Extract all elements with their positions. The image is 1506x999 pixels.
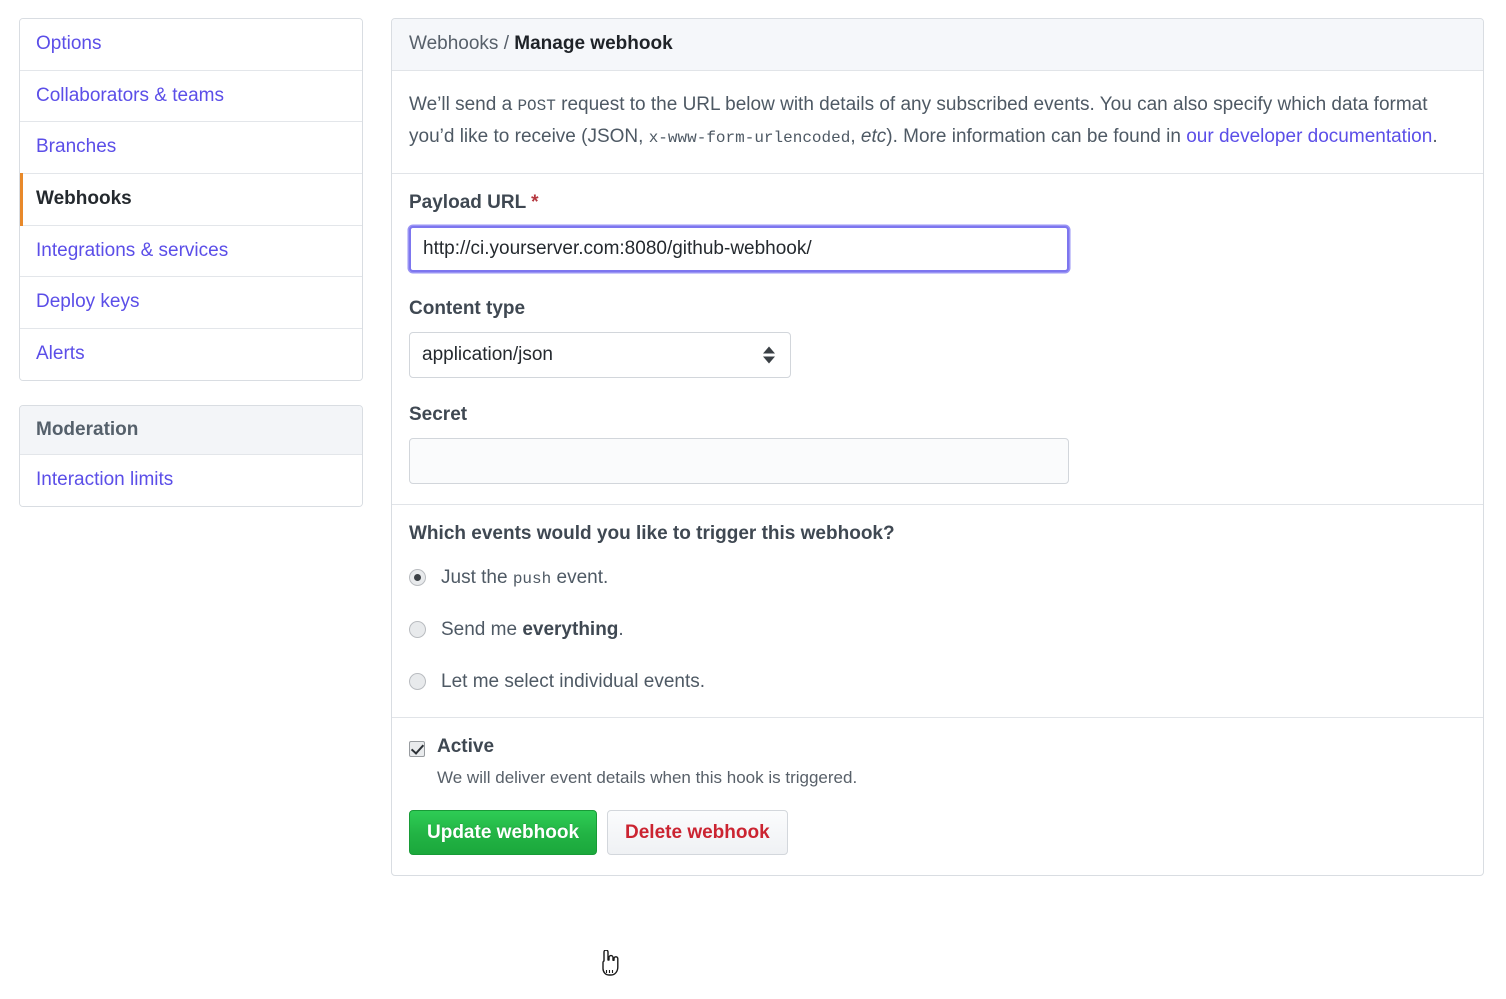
radio-everything-suffix: .: [618, 618, 624, 640]
radio-label-individual: Let me select individual events.: [441, 670, 706, 692]
payload-url-field-block: Payload URL *: [409, 192, 1466, 272]
radio-label-everything: Send me everything.: [441, 619, 624, 641]
sidebar-item-integrations-services[interactable]: Integrations & services: [20, 225, 362, 278]
breadcrumb-parent[interactable]: Webhooks: [409, 33, 498, 54]
radio-label-push: Just the push event.: [441, 567, 608, 589]
breadcrumb: Webhooks / Manage webhook: [392, 19, 1483, 71]
payload-url-input[interactable]: [409, 225, 1069, 272]
update-webhook-button[interactable]: Update webhook: [409, 809, 598, 855]
content-type-select-wrap: application/jsonapplication/x-www-form-u…: [409, 331, 791, 378]
active-description: We will deliver event details when this …: [437, 767, 858, 787]
webhook-description: We’ll send a POST request to the URL bel…: [409, 89, 1466, 153]
radio-push-suffix: event.: [551, 566, 609, 588]
radio-everything-strong: everything: [522, 618, 619, 640]
manage-webhook-panel: Webhooks / Manage webhook We’ll send a P…: [391, 18, 1484, 876]
radio-icon-individual[interactable]: [409, 673, 426, 691]
content-type-field-block: Content type application/jsonapplication…: [409, 298, 1466, 378]
trigger-events-section: Which events would you like to trigger t…: [392, 505, 1483, 718]
sidebar-item-deploy-keys[interactable]: Deploy keys: [20, 277, 362, 330]
radio-icon-push[interactable]: [409, 569, 426, 587]
sidebar-item-webhooks[interactable]: Webhooks: [20, 173, 362, 226]
sidebar-item-interaction-limits[interactable]: Interaction limits: [20, 454, 362, 506]
sidebar-item-branches[interactable]: Branches: [20, 122, 362, 175]
radio-option-everything[interactable]: Send me everything.: [409, 619, 1466, 641]
etc-text: etc: [860, 125, 887, 147]
required-asterisk: *: [531, 191, 539, 213]
webhook-fields-section: Payload URL * Content type application/j…: [392, 174, 1483, 505]
breadcrumb-separator: /: [498, 33, 515, 54]
settings-page: Options Collaborators & teams Branches W…: [0, 0, 1506, 876]
active-checkbox[interactable]: [409, 740, 425, 757]
radio-icon-everything[interactable]: [409, 621, 426, 639]
sidebar-item-alerts[interactable]: Alerts: [20, 329, 362, 380]
breadcrumb-current: Manage webhook: [514, 33, 673, 54]
radio-push-prefix: Just the: [441, 566, 513, 588]
sidebar-item-collaborators-teams[interactable]: Collaborators & teams: [20, 70, 362, 123]
intro-text-3: ,: [850, 125, 861, 147]
delete-webhook-button[interactable]: Delete webhook: [607, 809, 788, 855]
content-type-label: Content type: [409, 297, 526, 319]
secret-field-block: Secret: [409, 404, 1466, 484]
content-type-select[interactable]: application/jsonapplication/x-www-form-u…: [409, 331, 791, 378]
active-and-actions-section: Active We will deliver event details whe…: [392, 718, 1483, 875]
settings-sidebar: Options Collaborators & teams Branches W…: [19, 18, 363, 507]
radio-option-push[interactable]: Just the push event.: [409, 567, 1466, 589]
payload-url-label: Payload URL *: [409, 192, 1466, 214]
payload-url-label-text: Payload URL: [409, 191, 526, 213]
action-buttons: Update webhook Delete webhook: [409, 809, 1466, 855]
active-texts: Active We will deliver event details whe…: [437, 736, 1466, 788]
pointer-hand-cursor: [602, 950, 619, 976]
moderation-header: Moderation: [20, 405, 362, 455]
trigger-events-question: Which events would you like to trigger t…: [409, 522, 895, 544]
moderation-menu: Moderation Interaction limits: [19, 404, 363, 507]
repo-settings-menu: Options Collaborators & teams Branches W…: [19, 18, 363, 381]
active-label: Active: [437, 735, 495, 757]
sidebar-item-options[interactable]: Options: [20, 19, 362, 71]
active-row: Active We will deliver event details whe…: [409, 736, 1466, 788]
post-code: POST: [517, 97, 556, 115]
radio-everything-prefix: Send me: [441, 618, 523, 640]
developer-documentation-link[interactable]: our developer documentation: [1186, 126, 1432, 147]
intro-text-1: We’ll send a: [409, 94, 518, 115]
intro-text-5: .: [1432, 125, 1438, 147]
secret-input[interactable]: [409, 437, 1069, 484]
push-code: push: [512, 569, 552, 588]
radio-option-individual[interactable]: Let me select individual events.: [409, 671, 1466, 693]
intro-text-4: ). More information can be found in: [886, 125, 1187, 147]
urlencoded-code: x-www-form-urlencoded: [648, 128, 851, 147]
webhook-description-section: We’ll send a POST request to the URL bel…: [392, 71, 1483, 174]
secret-label: Secret: [409, 403, 468, 425]
